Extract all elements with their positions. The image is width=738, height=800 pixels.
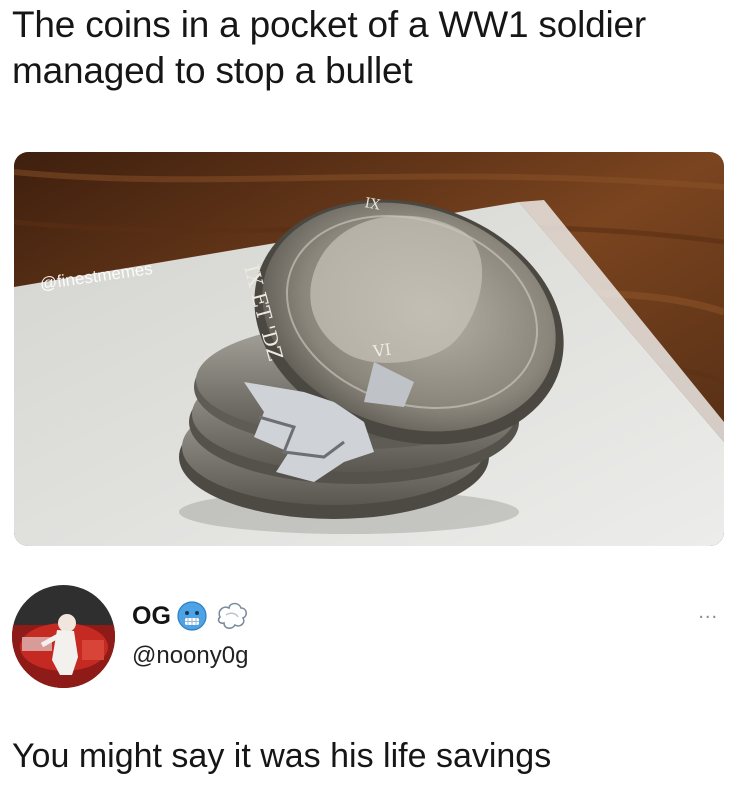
user-handle[interactable]: @noony0g [132,641,248,671]
coins-photo: IX ET 'DZ VI IX @finestmemes [14,152,724,546]
meme-caption: The coins in a pocket of a WW1 soldier m… [12,2,727,94]
cold-face-emoji [176,600,208,637]
more-options-icon[interactable]: ... [698,601,718,624]
tweet-header: OG @noony0g ... [12,585,726,690]
display-name[interactable]: OG [132,601,171,631]
dashing-away-emoji [214,599,250,638]
caption-line-1: The coins in a pocket of a WW1 soldier [12,4,647,45]
avatar[interactable] [12,585,115,688]
coin-mid-inscription: VI [371,340,392,361]
caption-line-2: managed to stop a bullet [12,50,413,91]
tweet-text: You might say it was his life savings [12,737,552,775]
coin-top-inscription: IX [363,195,381,213]
